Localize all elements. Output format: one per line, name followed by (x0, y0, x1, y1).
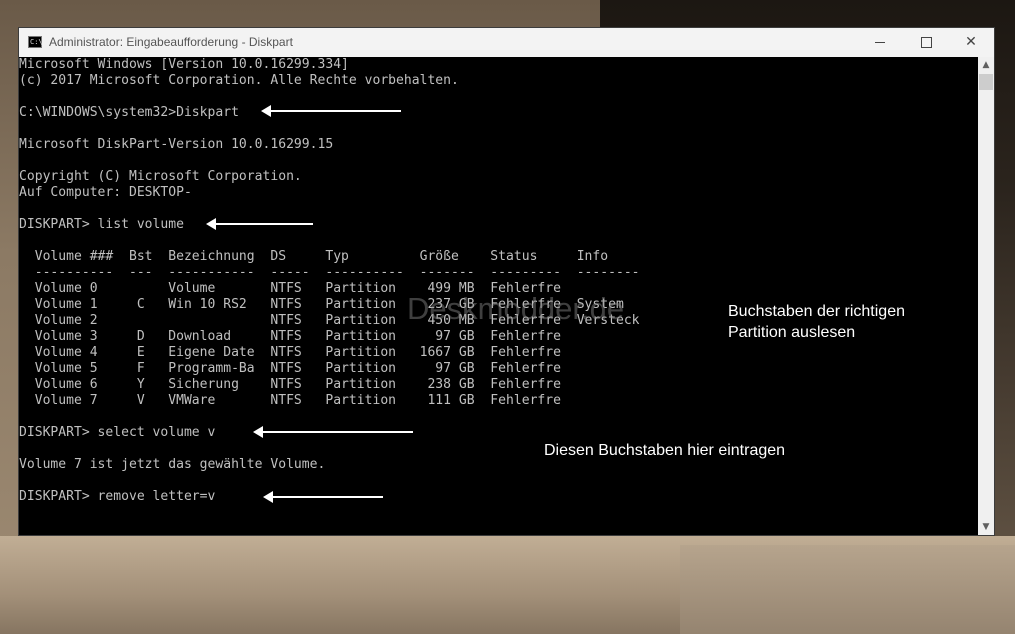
minimize-button[interactable] (857, 28, 903, 57)
scroll-down-icon[interactable]: ▼ (978, 519, 994, 535)
annotation-note-partition: Buchstaben der richtigen Partition ausle… (728, 301, 905, 343)
console-line: DISKPART> select volume v (19, 425, 216, 440)
cmd-app-icon-text: C:\ (30, 38, 43, 46)
console-line: Microsoft DiskPart-Version 10.0.16299.15 (19, 137, 334, 152)
console-line: Copyright (C) Microsoft Corporation. (19, 169, 302, 184)
cmd-app-icon: C:\ (28, 36, 43, 48)
close-icon: ✕ (965, 34, 977, 50)
console-line: Volume ### Bst Bezeichnung DS Typ Größe … (19, 249, 609, 264)
command-prompt-window[interactable]: C:\ Administrator: Eingabeaufforderung -… (18, 27, 995, 536)
console-line: Microsoft Windows [Version 10.0.16299.33… (19, 57, 349, 72)
annotation-note-line: Buchstaben der richtigen (728, 303, 905, 320)
annotation-note-letter: Diesen Buchstaben hier eintragen (544, 442, 786, 459)
arrow-left-icon (253, 426, 413, 438)
console-line: ---------- --- ----------- ----- -------… (19, 265, 640, 280)
watermark: Deskmodder.de (407, 291, 625, 326)
close-button[interactable]: ✕ (948, 28, 994, 57)
console-line: C:\WINDOWS\system32>Diskpart (19, 105, 239, 120)
console-line: Volume 5 F Programm-Ba NTFS Partition 97… (19, 361, 561, 376)
console-line: DISKPART> remove letter=v (19, 489, 216, 504)
scroll-up-icon[interactable]: ▲ (978, 57, 994, 73)
console-line: Volume 7 V VMWare NTFS Partition 111 GB … (19, 393, 561, 408)
console-line: Volume 6 Y Sicherung NTFS Partition 238 … (19, 377, 561, 392)
console-line: DISKPART> list volume (19, 217, 184, 232)
desktop-background-panel (680, 545, 1015, 634)
window-title: Administrator: Eingabeaufforderung - Dis… (49, 35, 293, 49)
arrow-left-icon (261, 105, 401, 117)
console-line: Volume 4 E Eigene Date NTFS Partition 16… (19, 345, 561, 360)
scroll-thumb[interactable] (979, 74, 993, 90)
console-line: Volume 7 ist jetzt das gewählte Volume. (19, 457, 326, 472)
annotation-note-line: Partition auslesen (728, 324, 856, 341)
title-bar[interactable]: C:\ Administrator: Eingabeaufforderung -… (19, 28, 994, 57)
maximize-icon (920, 36, 932, 48)
minimize-icon (875, 41, 885, 43)
vertical-scrollbar[interactable]: ▲ ▼ (978, 57, 994, 535)
arrow-left-icon (206, 218, 313, 230)
arrow-left-icon (263, 491, 383, 503)
maximize-button[interactable] (903, 28, 949, 57)
console-line: Auf Computer: DESKTOP- (19, 185, 192, 200)
console-line: (c) 2017 Microsoft Corporation. Alle Rec… (19, 73, 459, 88)
console-line: Volume 3 D Download NTFS Partition 97 GB… (19, 329, 561, 344)
